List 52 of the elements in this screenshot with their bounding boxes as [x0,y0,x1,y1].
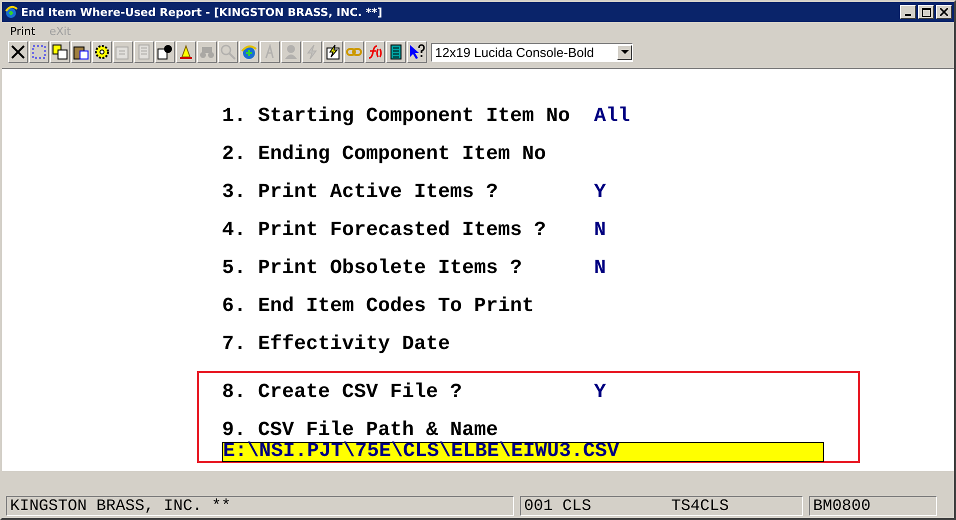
help-pointer-icon [409,44,425,60]
field-label: 1. Starting Component Item No [222,105,572,129]
function-icon [367,44,383,60]
terminal-id: TS4CLS [671,497,729,515]
menu-item[interactable]: Print [10,24,36,38]
field-label: 7. Effectivity Date [222,333,452,357]
maximize-icon [922,8,930,16]
field-label: 4. Print Forecasted Items ? [222,219,548,243]
company-code: 001 CLS [524,497,592,515]
field-value: All [594,105,630,129]
minimize-button[interactable] [900,5,916,19]
field-label: 9. CSV File Path & Name [222,419,498,442]
close-button[interactable] [936,5,952,19]
toolbar-button[interactable] [155,41,175,63]
company-name: KINGSTON BRASS, INC. ** [10,497,231,515]
input-field[interactable]: E:\NSI.PJT\75E\CLS\ELBE\EIWU3.CSV [222,442,824,462]
toolbar-button[interactable] [323,41,343,63]
field-value: Y [594,181,606,205]
field-label: 8. Create CSV File ? [222,381,464,405]
maximize-button[interactable] [918,5,934,19]
close-icon [10,44,26,60]
calculator-icon [388,44,404,60]
bust-icon [283,44,299,60]
toolbar-button[interactable] [407,41,427,63]
globe-icon [4,5,18,19]
field-value: N [594,219,606,243]
toolbar-button[interactable] [29,41,49,63]
toolbar-button[interactable] [92,41,112,63]
font-dropdown[interactable]: 12x19 Lucida Console-Bold [431,42,633,62]
field-value: Y [594,381,606,405]
field-label: 5. Print Obsolete Items ? [222,257,524,281]
lightning-icon [304,44,320,60]
globe-icon [241,44,257,60]
search-icon [220,44,236,60]
program-id: BM0800 [813,497,871,515]
paste-icon [73,44,89,60]
toolbar-button[interactable] [71,41,91,63]
copy-icon [52,44,68,60]
lightning-document-icon [325,44,341,60]
field-value: N [594,257,606,281]
document-icon [136,44,152,60]
toolbar-button[interactable] [50,41,70,63]
field-label: 6. End Item Codes To Print [222,295,536,319]
close-icon [940,8,948,16]
toolbar-button[interactable] [386,41,406,63]
toolbar-button[interactable] [8,41,28,63]
field-label: 3. Print Active Items ? [222,181,500,205]
selection-icon [31,44,47,60]
field-label: 2. Ending Component Item No [222,143,548,167]
form-icon [115,44,131,60]
gear-icon [94,44,110,60]
window-title: End Item Where-Used Report - [KINGSTON BRASS, INC. **] [21,6,382,18]
